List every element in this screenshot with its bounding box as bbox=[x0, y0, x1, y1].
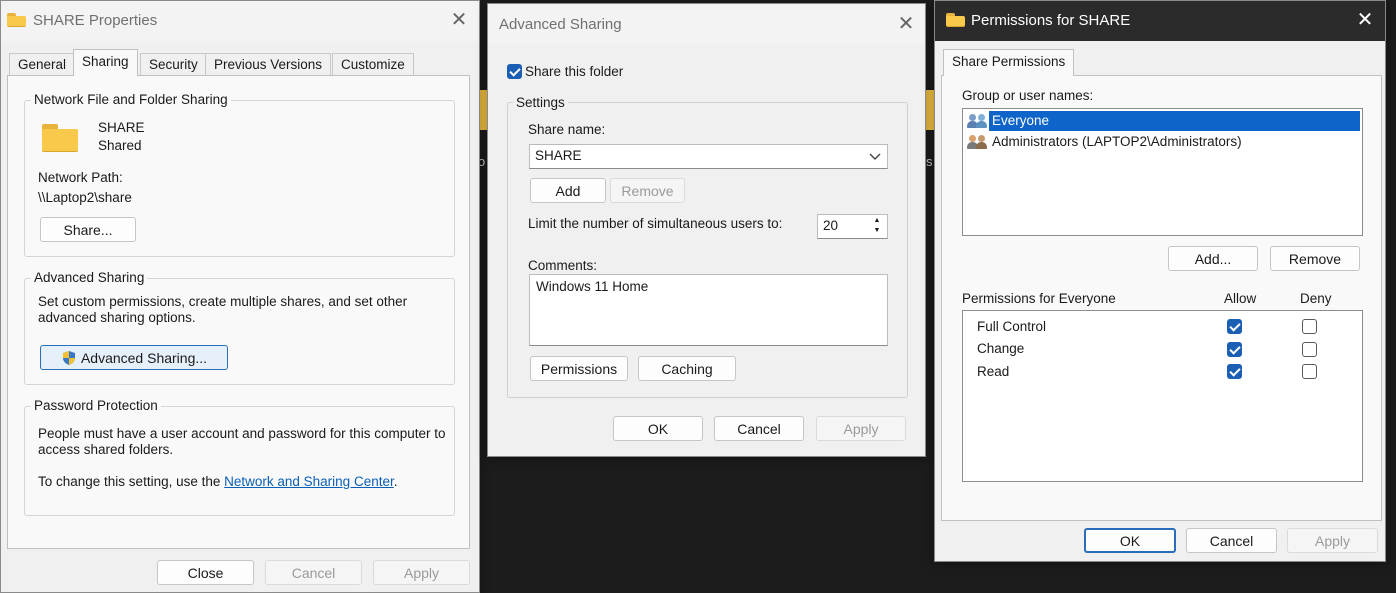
folder-status: Shared bbox=[98, 138, 142, 153]
close-icon[interactable]: ✕ bbox=[447, 9, 471, 33]
window-title: SHARE Properties bbox=[33, 12, 158, 29]
spin-down-icon[interactable]: ▼ bbox=[869, 226, 885, 236]
password-protection-text: People must have a user account and pass… bbox=[38, 426, 446, 441]
change-setting-text: To change this setting, use the Network … bbox=[38, 474, 397, 489]
user-limit-value: 20 bbox=[823, 218, 839, 233]
permission-name: Change bbox=[977, 341, 1025, 356]
caching-button[interactable]: Caching bbox=[638, 356, 736, 381]
allow-checkbox[interactable] bbox=[1227, 342, 1242, 357]
tab-security[interactable]: Security bbox=[140, 53, 207, 75]
network-path-label: Network Path: bbox=[38, 170, 123, 185]
folder-icon bbox=[7, 13, 26, 27]
user-name-administrators: Administrators (LAPTOP2\Administrators) bbox=[992, 134, 1242, 149]
remove-share-button[interactable]: Remove bbox=[610, 178, 685, 203]
close-icon[interactable]: ✕ bbox=[894, 13, 918, 37]
background-text-fragment: s bbox=[926, 154, 933, 169]
group-user-names-label: Group or user names: bbox=[962, 88, 1094, 103]
share-properties-window: SHARE Properties ✕ General Sharing Secur… bbox=[0, 0, 480, 593]
advanced-sharing-button-label: Advanced Sharing... bbox=[80, 349, 208, 366]
user-list: Everyone Administrators (LAPTOP2\Adminis… bbox=[962, 108, 1363, 236]
add-share-button[interactable]: Add bbox=[530, 178, 606, 203]
allow-checkbox[interactable] bbox=[1227, 364, 1242, 379]
permission-name: Full Control bbox=[977, 319, 1047, 334]
share-name-dropdown[interactable]: SHARE bbox=[529, 144, 888, 169]
apply-button[interactable]: Apply bbox=[373, 560, 470, 585]
permissions-titlebar: Permissions for SHARE ✕ bbox=[935, 1, 1385, 41]
limit-users-label: Limit the number of simultaneous users t… bbox=[528, 216, 783, 231]
list-item[interactable]: Administrators (LAPTOP2\Administrators) bbox=[967, 132, 1360, 152]
apply-button[interactable]: Apply bbox=[816, 416, 906, 441]
permission-name: Read bbox=[977, 364, 1010, 379]
tab-customize[interactable]: Customize bbox=[332, 53, 414, 75]
tab-previous-versions[interactable]: Previous Versions bbox=[205, 53, 332, 75]
deny-checkbox[interactable] bbox=[1302, 342, 1317, 357]
ok-button[interactable]: OK bbox=[613, 416, 703, 441]
folder-name: SHARE bbox=[98, 120, 145, 135]
cancel-button[interactable]: Cancel bbox=[714, 416, 804, 441]
tab-sharing[interactable]: Sharing bbox=[73, 49, 138, 76]
user-name-everyone: Everyone bbox=[989, 111, 1360, 131]
permissions-button[interactable]: Permissions bbox=[530, 356, 628, 381]
advanced-sharing-button[interactable]: Advanced Sharing... bbox=[40, 345, 228, 370]
allow-checkbox[interactable] bbox=[1227, 319, 1242, 334]
permissions-table: Full Control Change Read bbox=[962, 310, 1363, 482]
password-protection-group bbox=[24, 406, 455, 516]
tab-general[interactable]: General bbox=[9, 53, 76, 75]
ok-button[interactable]: OK bbox=[1084, 528, 1176, 553]
apply-button[interactable]: Apply bbox=[1287, 528, 1378, 553]
permissions-window: Permissions for SHARE ✕ Share Permission… bbox=[934, 0, 1386, 562]
remove-user-button[interactable]: Remove bbox=[1270, 246, 1360, 271]
password-protection-text: access shared folders. bbox=[38, 442, 174, 457]
add-user-button[interactable]: Add... bbox=[1168, 246, 1258, 271]
folder-icon bbox=[42, 124, 78, 152]
tab-share-permissions[interactable]: Share Permissions bbox=[943, 49, 1075, 76]
share-button[interactable]: Share... bbox=[40, 217, 136, 242]
user-limit-spinner[interactable]: 20 ▲ ▼ bbox=[817, 214, 888, 239]
comments-textarea[interactable]: Windows 11 Home bbox=[529, 274, 888, 346]
share-name-value: SHARE bbox=[535, 148, 582, 163]
close-button[interactable]: Close bbox=[157, 560, 254, 585]
list-item[interactable]: Everyone bbox=[967, 111, 1360, 131]
share-this-folder-label: Share this folder bbox=[525, 64, 624, 79]
password-protection-group-label: Password Protection bbox=[31, 398, 161, 413]
share-name-label: Share name: bbox=[528, 122, 606, 137]
folder-icon bbox=[946, 13, 965, 27]
close-icon[interactable]: ✕ bbox=[1353, 9, 1377, 33]
spin-up-icon[interactable]: ▲ bbox=[869, 216, 885, 226]
allow-column-header: Allow bbox=[1224, 291, 1257, 306]
settings-group-label: Settings bbox=[513, 95, 568, 110]
deny-column-header: Deny bbox=[1300, 291, 1332, 306]
change-setting-prefix: To change this setting, use the bbox=[38, 474, 225, 489]
deny-checkbox[interactable] bbox=[1302, 319, 1317, 334]
share-permissions-page: Group or user names: Everyone Administra… bbox=[941, 75, 1382, 521]
advanced-sharing-window: Advanced Sharing ✕ Share this folder Set… bbox=[487, 3, 926, 457]
comments-value: Windows 11 Home bbox=[536, 279, 649, 294]
admin-users-icon bbox=[967, 134, 989, 150]
network-path-value: \\Laptop2\share bbox=[38, 190, 132, 205]
sharing-tab-page: Network File and Folder Sharing SHARE Sh… bbox=[7, 75, 470, 549]
window-title: Permissions for SHARE bbox=[971, 12, 1131, 29]
advanced-sharing-titlebar: Advanced Sharing ✕ bbox=[488, 4, 925, 44]
share-this-folder-checkbox[interactable] bbox=[507, 64, 522, 79]
window-title: Advanced Sharing bbox=[499, 16, 622, 33]
cancel-button[interactable]: Cancel bbox=[265, 560, 362, 585]
permissions-for-label: Permissions for Everyone bbox=[962, 291, 1116, 306]
comments-label: Comments: bbox=[528, 258, 598, 273]
shield-icon bbox=[62, 350, 75, 365]
advanced-sharing-description: advanced sharing options. bbox=[38, 310, 196, 325]
share-properties-titlebar: SHARE Properties ✕ bbox=[1, 1, 479, 41]
network-sharing-center-link[interactable]: Network and Sharing Center bbox=[224, 474, 394, 489]
advanced-sharing-group-label: Advanced Sharing bbox=[31, 270, 148, 285]
users-icon bbox=[967, 113, 989, 129]
network-sharing-group-label: Network File and Folder Sharing bbox=[31, 92, 231, 107]
cancel-button[interactable]: Cancel bbox=[1186, 528, 1277, 553]
deny-checkbox[interactable] bbox=[1302, 364, 1317, 379]
chevron-down-icon bbox=[869, 153, 881, 160]
advanced-sharing-description: Set custom permissions, create multiple … bbox=[38, 294, 408, 309]
change-setting-suffix: . bbox=[393, 474, 398, 489]
